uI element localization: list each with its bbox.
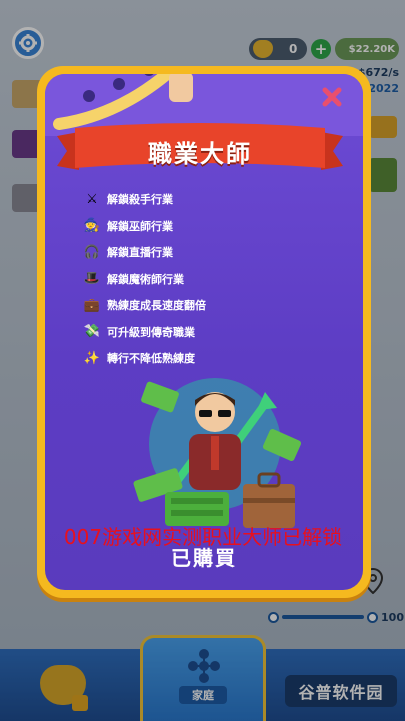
crossed-swords-icon: ⚔ — [86, 191, 98, 207]
feature-label: 解鎖直播行業 — [107, 246, 173, 260]
feature-label: 解鎖殺手行業 — [107, 193, 173, 207]
feature-item: 🧙 解鎖巫師行業 — [83, 213, 206, 240]
dialog-title: 職業大師 — [148, 140, 252, 168]
feature-label: 解鎖魔術師行業 — [107, 272, 184, 286]
sparkles-icon: ✨ — [83, 350, 101, 366]
close-icon — [322, 87, 342, 107]
feature-label: 熟練度成長速度翻倍 — [107, 299, 206, 313]
feature-item: 🎩 解鎖魔術師行業 — [83, 266, 206, 293]
feature-item: 💼 熟練度成長速度翻倍 — [83, 292, 206, 319]
close-button[interactable] — [319, 84, 345, 110]
feature-item: ✨ 轉行不降低熟練度 — [83, 345, 206, 372]
career-master-dialog: 職業大師 ⚔ 解鎖殺手行業 🧙 解鎖巫師行業 🎧 解鎖直播行業 🎩 解鎖魔術師行… — [37, 66, 371, 598]
feature-label: 轉行不降低熟練度 — [107, 352, 195, 366]
money-stack-icon: 💸 — [83, 324, 101, 340]
feature-item: 🎧 解鎖直播行業 — [83, 239, 206, 266]
briefcase-icon: 💼 — [83, 297, 101, 313]
wizard-hat-icon: 🧙 — [83, 218, 101, 234]
feature-label: 可升級到傳奇職業 — [107, 325, 195, 339]
businessman-money-illustration — [133, 378, 302, 528]
feature-list: ⚔ 解鎖殺手行業 🧙 解鎖巫師行業 🎧 解鎖直播行業 🎩 解鎖魔術師行業 💼 熟… — [83, 186, 206, 372]
feature-item: 💸 可升級到傳奇職業 — [83, 319, 206, 346]
dialog-body: 職業大師 ⚔ 解鎖殺手行業 🧙 解鎖巫師行業 🎧 解鎖直播行業 🎩 解鎖魔術師行… — [45, 74, 363, 590]
feature-item: ⚔ 解鎖殺手行業 — [83, 186, 206, 213]
top-hat-icon: 🎩 — [83, 271, 101, 287]
headphones-icon: 🎧 — [83, 244, 101, 260]
overlay-caption: 007游戏网实测职业大师已解锁 — [63, 525, 343, 549]
feature-label: 解鎖巫師行業 — [107, 219, 173, 233]
title-banner: 職業大師 — [57, 122, 343, 178]
